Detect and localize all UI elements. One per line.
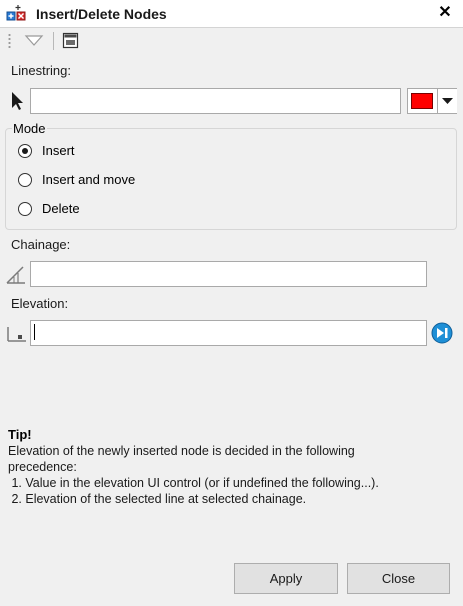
elevation-input[interactable]: [31, 321, 426, 345]
close-button[interactable]: Close: [347, 563, 450, 594]
window-title: Insert/Delete Nodes: [36, 6, 167, 22]
insert-delete-nodes-icon: [6, 5, 26, 21]
chevron-down-icon: [442, 98, 453, 104]
close-icon[interactable]: ✕: [435, 3, 455, 23]
apply-button[interactable]: Apply: [234, 563, 338, 594]
color-picker[interactable]: [407, 88, 457, 114]
title-bar: Insert/Delete Nodes ✕: [0, 0, 463, 28]
delete-radio[interactable]: [18, 202, 32, 216]
chainage-input[interactable]: [31, 262, 426, 286]
delete-radio-label[interactable]: Delete: [42, 201, 80, 216]
insert-delete-nodes-panel: Insert/Delete Nodes ✕ Linestring: Mode I…: [0, 0, 463, 606]
tip-line: precedence:: [8, 460, 77, 474]
elevation-icon: [7, 327, 26, 342]
color-dropdown-button[interactable]: [437, 89, 457, 113]
linestring-label: Linestring:: [11, 63, 71, 78]
linestring-field[interactable]: [30, 88, 401, 114]
tip-line: 2. Elevation of the selected line at sel…: [8, 492, 307, 506]
radio-selected-dot: [22, 148, 28, 154]
chainage-field[interactable]: [30, 261, 427, 287]
elevation-label: Elevation:: [11, 296, 69, 311]
toolbar-separator: [53, 32, 54, 50]
insert-and-move-radio-label[interactable]: Insert and move: [42, 172, 135, 187]
chainage-icon: [6, 266, 25, 284]
elevation-field[interactable]: [30, 320, 427, 346]
toolbar-grip[interactable]: [8, 33, 11, 49]
pointer-arrow-icon[interactable]: [10, 91, 24, 111]
mode-group-title: Mode: [12, 121, 47, 136]
color-swatch[interactable]: [411, 93, 433, 109]
dropdown-triangle-icon[interactable]: [23, 33, 45, 49]
chainage-label: Chainage:: [11, 237, 71, 252]
window-icon[interactable]: [62, 32, 79, 49]
tip-line: 1. Value in the elevation UI control (or…: [8, 476, 379, 490]
insert-and-move-radio[interactable]: [18, 173, 32, 187]
tip-title: Tip!: [8, 427, 32, 442]
text-caret: [34, 324, 35, 340]
insert-radio[interactable]: [18, 144, 32, 158]
pick-elevation-icon[interactable]: [431, 322, 453, 344]
tip-line: Elevation of the newly inserted node is …: [8, 444, 355, 458]
toolbar: [0, 28, 463, 54]
linestring-input[interactable]: [31, 89, 400, 113]
insert-radio-label[interactable]: Insert: [42, 143, 75, 158]
